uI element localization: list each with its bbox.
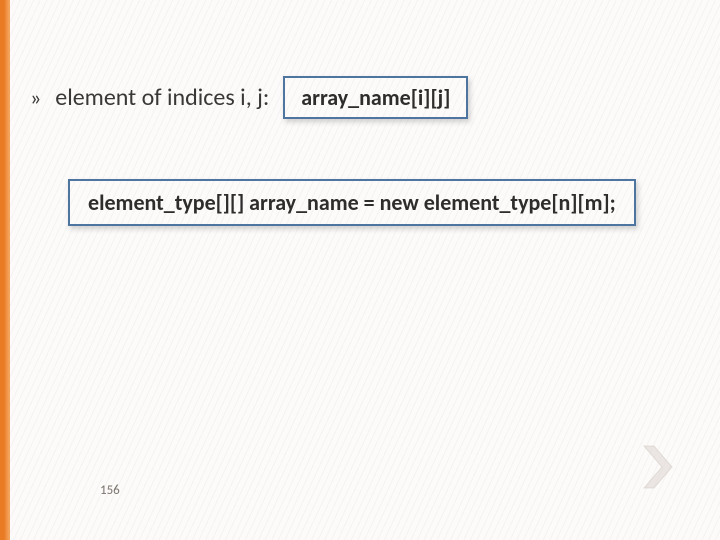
accent-bar: [0, 0, 10, 540]
slide-content: » element of indices i, j: array_name[i]…: [30, 76, 690, 226]
bullet-glyph: »: [30, 87, 41, 109]
declaration-row: element_type[][] array_name = new elemen…: [68, 179, 690, 226]
declaration-box: element_type[][] array_name = new elemen…: [68, 179, 636, 226]
page-number: 156: [100, 483, 120, 498]
lead-text: element of indices i, j:: [55, 83, 269, 112]
bullet-line: » element of indices i, j: array_name[i]…: [30, 76, 690, 119]
chevron-right-icon: [640, 442, 682, 492]
access-expression: array_name[i][j]: [301, 84, 450, 111]
declaration-text: element_type[][] array_name = new elemen…: [88, 189, 616, 216]
access-box: array_name[i][j]: [283, 76, 468, 119]
